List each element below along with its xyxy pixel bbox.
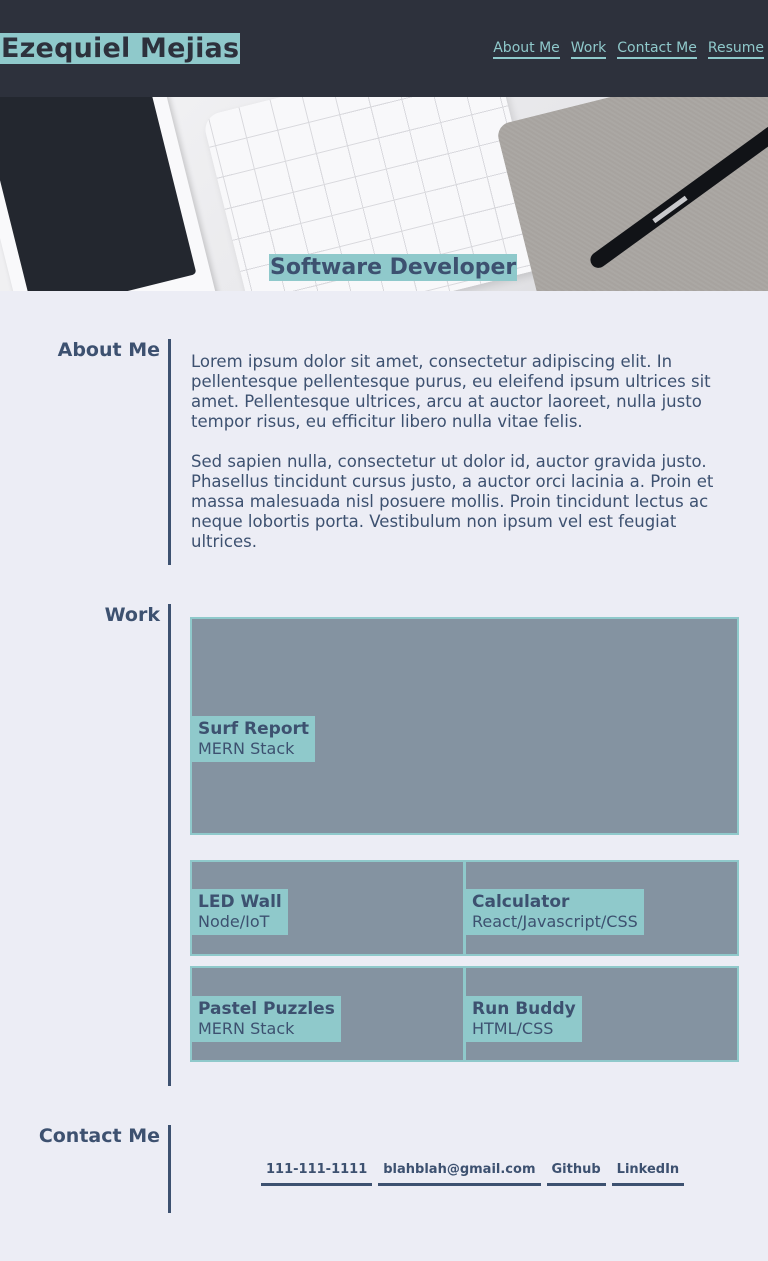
- project-name: Surf Report: [198, 719, 310, 739]
- hero-banner: Software Developer: [0, 97, 768, 291]
- contact-heading: Contact Me: [38, 1125, 160, 1147]
- nav-work[interactable]: Work: [570, 40, 607, 59]
- contact-github-link[interactable]: Github: [546, 1162, 606, 1186]
- work-heading: Work: [104, 604, 160, 626]
- project-card-surf-report[interactable]: Surf Report MERN Stack: [190, 617, 739, 835]
- nav-contact-me[interactable]: Contact Me: [617, 40, 697, 59]
- notebook-image: [495, 97, 768, 291]
- nav-about-me[interactable]: About Me: [493, 40, 560, 59]
- project-card-led-wall[interactable]: LED Wall Node/IoT: [190, 860, 465, 956]
- site-title[interactable]: Ezequiel Mejias: [0, 33, 241, 64]
- contact-linkedin-link[interactable]: LinkedIn: [611, 1162, 685, 1186]
- about-paragraph-2: Sed sapien nulla, consectetur ut dolor i…: [191, 452, 714, 551]
- project-name: Run Buddy: [472, 999, 576, 1019]
- project-card-calculator[interactable]: Calculator React/Javascript/CSS: [464, 860, 739, 956]
- project-label: Surf Report MERN Stack: [192, 716, 316, 762]
- project-label: Run Buddy HTML/CSS: [466, 996, 582, 1042]
- site-header: Ezequiel Mejias About Me Work Contact Me…: [0, 0, 768, 97]
- contact-phone-link[interactable]: 111-111-1111: [261, 1162, 373, 1186]
- nav-resume[interactable]: Resume: [707, 40, 764, 59]
- project-tech: MERN Stack: [198, 1019, 295, 1038]
- phone-image: [0, 97, 228, 291]
- project-tech: HTML/CSS: [472, 1019, 554, 1038]
- contact-email-link[interactable]: blahblah@gmail.com: [378, 1162, 541, 1186]
- phone-screen: [0, 97, 197, 291]
- project-label: LED Wall Node/IoT: [192, 889, 288, 935]
- project-label: Pastel Puzzles MERN Stack: [192, 996, 341, 1042]
- project-name: Pastel Puzzles: [198, 999, 335, 1019]
- project-tech: Node/IoT: [198, 912, 270, 931]
- work-divider: [168, 604, 171, 1086]
- contact-divider: [168, 1125, 171, 1213]
- hero-subtitle: Software Developer: [269, 254, 518, 281]
- about-text: Lorem ipsum dolor sit amet, consectetur …: [191, 352, 741, 552]
- project-card-pastel-puzzles[interactable]: Pastel Puzzles MERN Stack: [190, 966, 465, 1062]
- project-tech: React/Javascript/CSS: [472, 912, 638, 931]
- about-heading: About Me: [57, 339, 160, 361]
- about-paragraph-1: Lorem ipsum dolor sit amet, consectetur …: [191, 352, 711, 431]
- contact-links: 111-111-1111 blahblah@gmail.com Github L…: [261, 1162, 685, 1186]
- about-divider: [168, 339, 171, 565]
- project-name: Calculator: [472, 892, 570, 912]
- project-tech: MERN Stack: [198, 739, 295, 758]
- project-label: Calculator React/Javascript/CSS: [466, 889, 644, 935]
- project-name: LED Wall: [198, 892, 282, 912]
- main-nav: About Me Work Contact Me Resume: [493, 40, 764, 59]
- project-card-run-buddy[interactable]: Run Buddy HTML/CSS: [464, 966, 739, 1062]
